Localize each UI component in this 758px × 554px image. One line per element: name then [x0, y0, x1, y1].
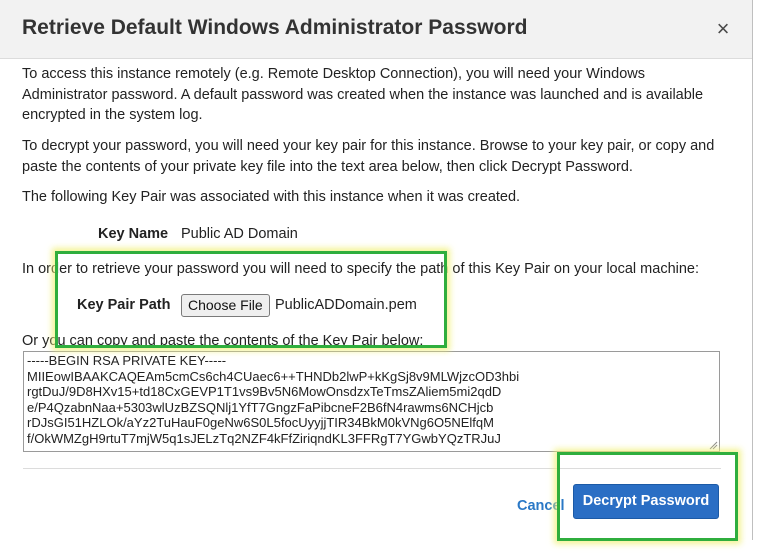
key-pair-association-text: The following Key Pair was associated wi…	[22, 189, 521, 205]
key-line: rDJsGI51HZLOk/aYz2TuHauF0geNw6S0L5focUyy…	[27, 415, 494, 430]
dialog-header: Retrieve Default Windows Administrator P…	[0, 0, 752, 59]
page-bottom-strip	[0, 540, 758, 554]
selected-file-name: PublicADDomain.pem	[275, 297, 417, 313]
resize-grip-icon[interactable]	[709, 441, 718, 450]
dialog-title: Retrieve Default Windows Administrator P…	[22, 16, 528, 39]
paste-key-instructions: Or you can copy and paste the contents o…	[22, 333, 424, 349]
decrypt-password-button[interactable]: Decrypt Password	[573, 484, 719, 519]
key-name-label: Key Name	[98, 226, 169, 242]
key-path-instructions: In order to retrieve your password you w…	[22, 261, 700, 277]
key-name-value: Public AD Domain	[181, 226, 298, 242]
close-button[interactable]: ×	[712, 18, 734, 40]
key-pair-path-label: Key Pair Path	[77, 297, 171, 313]
footer-divider	[23, 468, 721, 469]
retrieve-password-dialog: Retrieve Default Windows Administrator P…	[0, 0, 753, 540]
key-line: e/P4QzabnNaa+5303wlUzBZSQNlj1YfT7GngzFaP…	[27, 399, 494, 415]
choose-file-button[interactable]: Choose File	[181, 294, 270, 317]
private-key-textarea[interactable]: -----BEGIN RSA PRIVATE KEY----- MIIEowIB…	[23, 351, 720, 452]
decrypt-instructions: To decrypt your password, you will need …	[22, 138, 715, 175]
key-line: f/OkWMZgH9rtuT7mjW5q1sJELzTq2NZF4kFfZiri…	[27, 430, 501, 446]
cancel-button[interactable]: Cancel	[517, 498, 565, 514]
key-line: rgtDuJ/9D8HXv15+td18CxGEVP1T1vs9Bv5N6Mow…	[27, 384, 502, 399]
intro-paragraph: To access this instance remotely (e.g. R…	[22, 66, 704, 123]
key-line: MIIEowIBAAKCAQEAm5cmCs6ch4CUaec6++THNDb2…	[27, 368, 520, 384]
key-line: -----BEGIN RSA PRIVATE KEY-----	[27, 353, 227, 368]
